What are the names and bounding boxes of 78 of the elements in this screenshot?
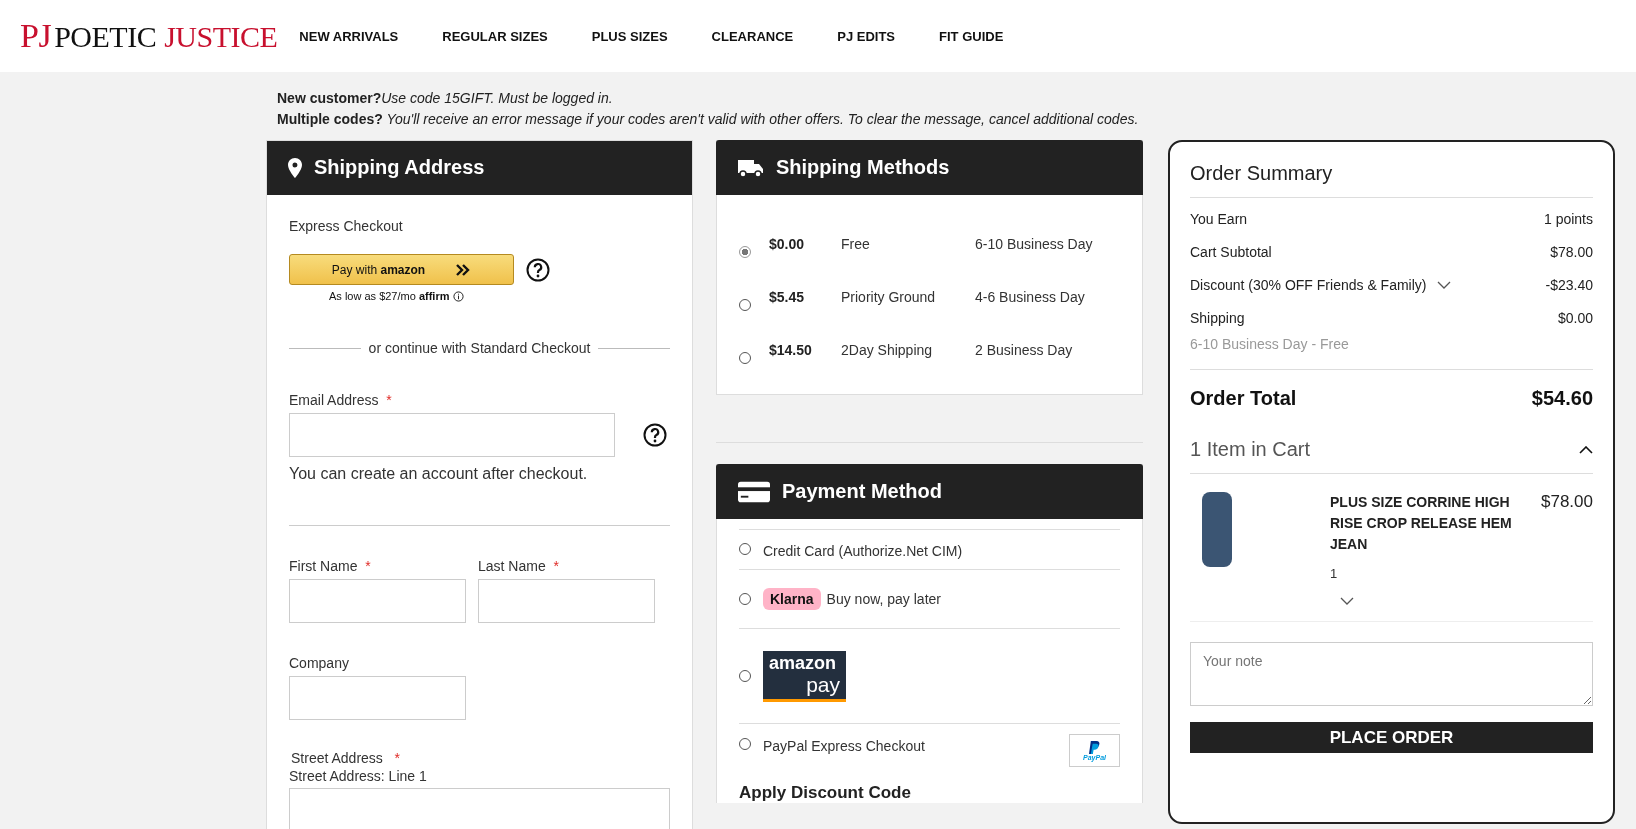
truck-icon <box>738 157 764 178</box>
shipping-name: Priority Ground <box>841 288 937 305</box>
shipping-note: 6-10 Business Day - Free <box>1190 336 1350 352</box>
double-chevron-icon <box>455 263 472 276</box>
chevron-down-icon[interactable] <box>1436 280 1451 289</box>
info-icon[interactable] <box>453 290 465 302</box>
section-title: Shipping Methods <box>776 156 950 179</box>
nav-link[interactable]: CLEARANCE <box>711 28 794 44</box>
radio-button[interactable] <box>739 543 751 555</box>
cart-toggle[interactable]: 1 Item in Cart <box>1190 410 1593 474</box>
shipping-time: 2 Business Day <box>975 341 1073 358</box>
summary-label: Shipping <box>1190 309 1245 326</box>
nav-link[interactable]: NEW ARRIVALS <box>299 28 399 44</box>
radio-button[interactable] <box>739 593 751 605</box>
field-label: Company <box>289 655 350 671</box>
help-icon[interactable] <box>643 423 667 447</box>
field-label: First Name * <box>289 558 372 574</box>
amazon-pay-logo: amazon pay <box>763 650 846 702</box>
location-pin-icon <box>288 157 302 178</box>
credit-card-icon <box>738 480 770 503</box>
shipping-name: Free <box>841 235 871 252</box>
nav-link[interactable]: FIT GUIDE <box>939 28 1004 44</box>
paypal-mark-icon <box>1089 740 1100 754</box>
summary-title: Order Summary <box>1190 162 1593 198</box>
radio-button[interactable] <box>739 245 751 258</box>
text-input[interactable] <box>289 579 466 623</box>
summary-value: -$23.40 <box>1545 276 1593 293</box>
product-name[interactable]: PLUS SIZE CORRINE HIGH RISE CROP RELEASE HEM JEAN <box>1330 492 1530 555</box>
section-heading: Apply Discount Code <box>739 783 912 803</box>
radio-button[interactable] <box>739 738 751 750</box>
email-input[interactable] <box>289 413 615 457</box>
affirm-note: As low as $27/mo affirm <box>329 290 450 302</box>
hint-text: You can create an account after checkout. <box>289 465 589 483</box>
place-order-button[interactable]: PLACE ORDER <box>1190 722 1593 753</box>
shipping-time: 4-6 Business Day <box>975 288 1085 305</box>
amazon-pay-button[interactable]: Pay with amazon <box>289 254 514 285</box>
brand-logo[interactable]: PJPOETIC JUSTICE <box>20 17 278 55</box>
field-label: Street Address: Line 1 <box>289 768 428 784</box>
summary-label: Cart Subtotal <box>1190 243 1272 260</box>
summary-label: You Earn <box>1190 210 1248 227</box>
nav-link[interactable]: REGULAR SIZES <box>442 28 548 44</box>
text-input[interactable] <box>289 788 670 829</box>
shipping-price: $5.45 <box>769 288 806 305</box>
chevron-down-icon[interactable] <box>1340 597 1354 605</box>
nav-link[interactable]: PJ EDITS <box>837 28 896 44</box>
note-field[interactable]: Your note <box>1190 642 1593 706</box>
summary-value: $78.00 <box>1550 243 1593 260</box>
item-price: $78.00 <box>1541 492 1593 513</box>
notice-text: Multiple codes? You'll receive an error message if your codes aren't valid with other offers. To clear the message, cancel additional codes. <box>277 111 1140 128</box>
radio-button[interactable] <box>739 351 751 364</box>
text-input[interactable] <box>289 676 466 720</box>
summary-value: 1 points <box>1543 210 1593 227</box>
klarna-logo: Klarna <box>763 588 821 610</box>
radio-button[interactable] <box>739 298 751 311</box>
help-icon[interactable] <box>526 257 550 282</box>
quantity-text: 1 <box>1330 566 1339 581</box>
payment-option-label: Buy now, pay later <box>826 591 941 607</box>
field-label: Last Name * <box>478 558 560 574</box>
section-title: Shipping Address <box>314 156 485 179</box>
shipping-price: $0.00 <box>769 235 806 252</box>
shipping-name: 2Day Shipping <box>841 341 934 358</box>
section-title: Payment Method <box>782 480 943 503</box>
notice-text: New customer?Use code 15GIFT. Must be logged in. <box>277 90 614 107</box>
payment-option-label: PayPal Express Checkout <box>763 738 926 754</box>
shipping-price: $14.50 <box>769 341 813 358</box>
shipping-time: 6-10 Business Day <box>975 235 1093 252</box>
text-input[interactable] <box>478 579 655 623</box>
nav-link[interactable]: PLUS SIZES <box>591 28 668 44</box>
total-value: $54.60 <box>1531 387 1593 410</box>
payment-option-label: Credit Card (Authorize.Net CIM) <box>763 543 963 559</box>
field-label: Street Address * <box>291 750 401 766</box>
total-label: Order Total <box>1190 387 1297 410</box>
summary-value: $0.00 <box>1557 309 1593 326</box>
field-label: Email Address * <box>289 392 393 408</box>
radio-button[interactable] <box>739 670 751 682</box>
summary-label: Discount (30% OFF Friends & Family) <box>1190 276 1427 293</box>
express-checkout-label: Express Checkout <box>289 218 404 234</box>
divider-text: or continue with Standard Checkout <box>368 340 591 356</box>
